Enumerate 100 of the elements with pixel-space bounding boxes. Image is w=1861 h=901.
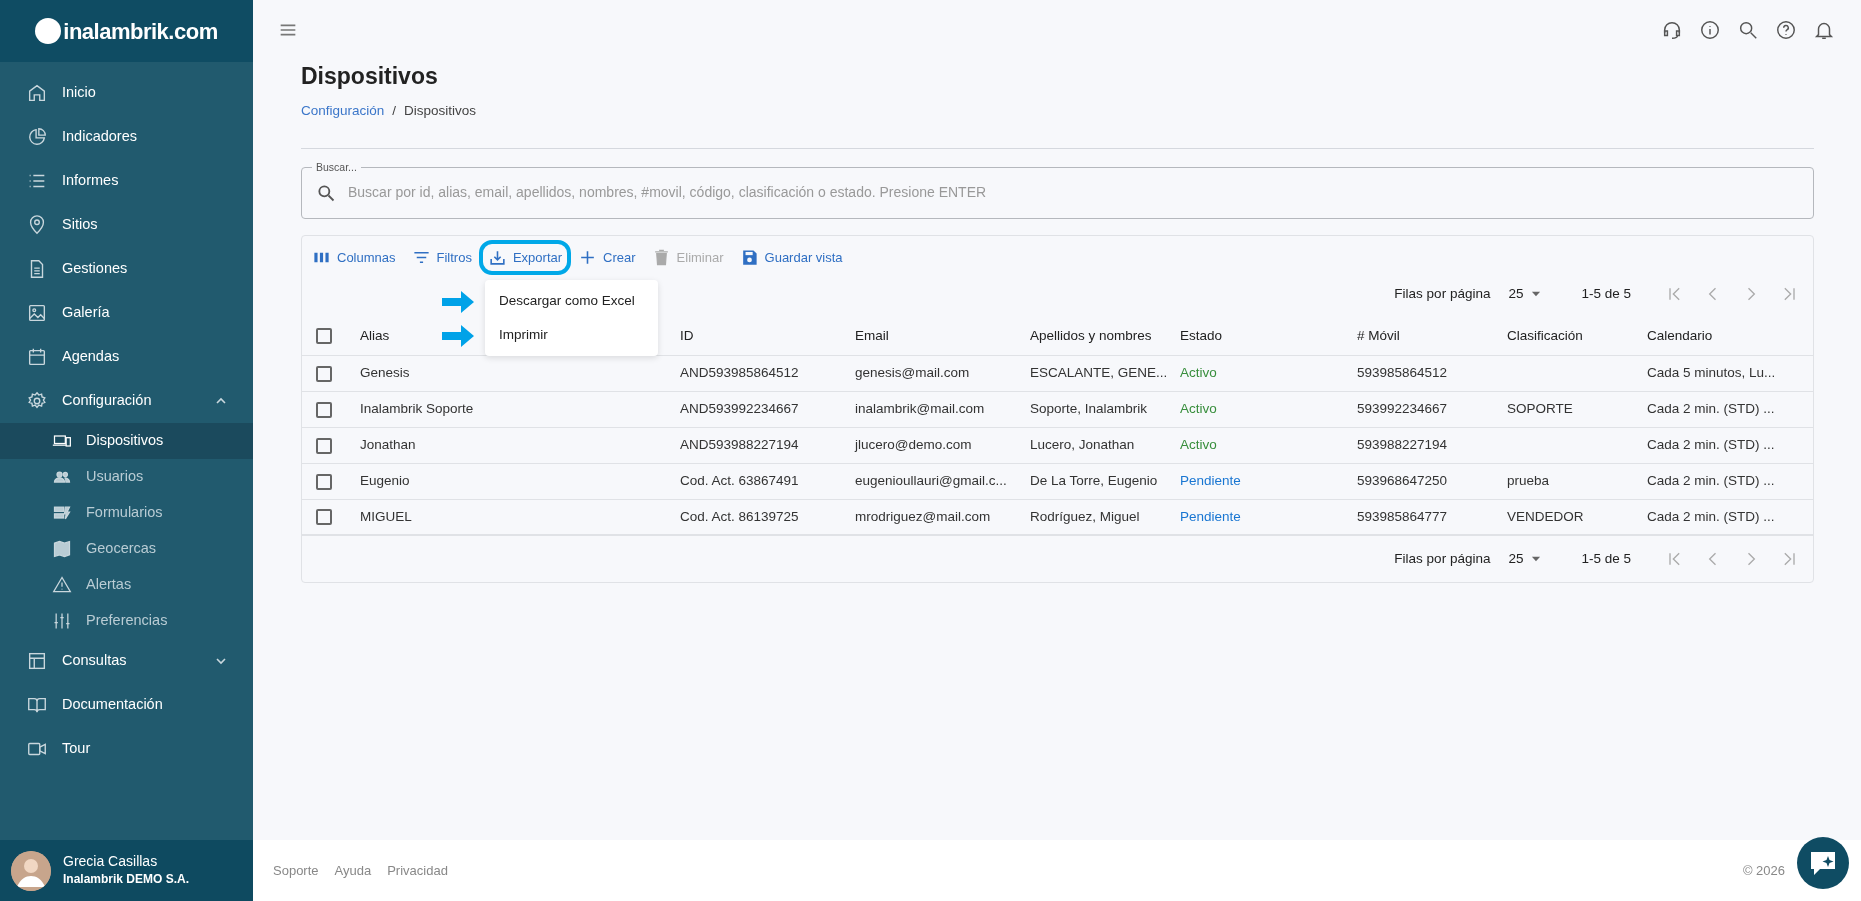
column-header: Apellidos y nombres	[1030, 327, 1152, 343]
sidebar-item[interactable]: Sitios	[0, 203, 253, 247]
page-title: Dispositivos	[301, 63, 439, 91]
table-cell: Eugenio	[360, 473, 410, 489]
table-cell: Activo	[1180, 365, 1217, 381]
page-range: 1-5 de 5	[1581, 550, 1631, 569]
table-cell: Genesis	[360, 365, 410, 381]
table-cell: inalambrik@mail.com	[855, 401, 985, 417]
table-cell: Jonathan	[360, 437, 416, 453]
table-cell: Cada 2 min. (STD) ...	[1647, 508, 1775, 524]
table-cell: Inalambrik Soporte	[360, 401, 474, 417]
breadcrumb-link[interactable]: Configuración	[301, 100, 385, 121]
column-header: Alias	[360, 327, 390, 343]
sidebar-item[interactable]: Configuración	[0, 379, 253, 423]
checkbox[interactable]	[316, 509, 332, 526]
rows-per-page-select[interactable]: 25	[1508, 549, 1544, 570]
sidebar-item[interactable]: Consultas	[0, 639, 253, 683]
toolbar-button[interactable]: Crear	[573, 243, 641, 272]
column-header: ID	[680, 327, 694, 343]
table-cell: Cod. Act. 86139725	[680, 508, 799, 524]
headset-icon[interactable]	[1661, 19, 1683, 41]
toolbar-button[interactable]: Exportar	[482, 243, 568, 272]
sidebar-item[interactable]: Tour	[0, 727, 253, 771]
sidebar-item[interactable]: Usuarios	[0, 459, 253, 495]
chat-icon	[1808, 849, 1838, 877]
search-input[interactable]: Buscar por id, alias, email, apellidos, nombres, #movil, código, clasificación o estado. Presione ENTER	[346, 181, 1799, 205]
checkbox[interactable]	[316, 365, 332, 382]
rows-per-page-label: Filas por página	[1394, 285, 1491, 304]
column-header: Clasificación	[1507, 327, 1583, 343]
footer-link[interactable]: Privacidad	[387, 860, 448, 881]
table-cell: 593992234667	[1357, 401, 1448, 417]
checkbox[interactable]	[316, 401, 332, 418]
table-cell: jlucero@demo.com	[855, 437, 972, 453]
column-header: Estado	[1180, 327, 1223, 343]
home-icon	[26, 82, 48, 104]
sidebar-item[interactable]: Indicadores	[0, 115, 253, 159]
table-cell: 593988227194	[1357, 437, 1448, 453]
toolbar-button[interactable]: Columnas	[307, 243, 401, 272]
table-cell: Activo	[1180, 401, 1217, 417]
column-header: Calendario	[1647, 327, 1713, 343]
table-cell: VENDEDOR	[1507, 508, 1584, 524]
table-cell: AND593988227194	[680, 437, 799, 453]
logo-icon	[35, 18, 62, 44]
table-cell: AND593985864512	[680, 365, 799, 381]
sidebar-item[interactable]: Alertas	[0, 567, 253, 603]
checkbox[interactable]	[316, 473, 332, 490]
download-icon	[487, 248, 507, 268]
table-cell: Lucero, Jonathan	[1030, 437, 1135, 453]
menu-item[interactable]: Imprimir	[484, 318, 658, 353]
table-icon	[26, 650, 48, 672]
table-cell: Cada 2 min. (STD) ...	[1647, 437, 1775, 453]
sidebar-item[interactable]: Formularios	[0, 495, 253, 531]
table-cell: AND593992234667	[680, 401, 799, 417]
rows-per-page-label: Filas por página	[1394, 550, 1491, 569]
checkbox[interactable]	[316, 328, 332, 345]
warning-icon	[51, 575, 73, 595]
table-cell: SOPORTE	[1507, 401, 1573, 417]
company-name: Inalambrik DEMO S.A.	[63, 870, 190, 888]
sidebar-item[interactable]: Documentación	[0, 683, 253, 727]
help-icon[interactable]	[1775, 19, 1797, 41]
sidebar-item[interactable]: Dispositivos	[0, 423, 253, 459]
footer-link[interactable]: Ayuda	[334, 860, 372, 881]
table-cell: ESCALANTE, GENE...	[1030, 365, 1168, 381]
table-cell: prueba	[1507, 473, 1550, 489]
toolbar-button[interactable]: Guardar vista	[734, 243, 848, 272]
logo-text: inalambrik.com	[63, 17, 218, 46]
rows-per-page-select[interactable]: 25	[1508, 284, 1544, 305]
sidebar-item[interactable]: Gestiones	[0, 247, 253, 291]
table-cell: eugenioullauri@gmail.c...	[855, 473, 1007, 489]
sidebar-item[interactable]: Informes	[0, 159, 253, 203]
sidebar-item[interactable]: Preferencias	[0, 603, 253, 639]
table-cell: genesis@mail.com	[855, 365, 970, 381]
table-cell: Cada 2 min. (STD) ...	[1647, 401, 1775, 417]
table-cell: 593985864512	[1357, 365, 1448, 381]
toolbar-button[interactable]: Filtros	[406, 243, 477, 272]
sidebar-item[interactable]: Inicio	[0, 71, 253, 115]
table-cell: Cada 2 min. (STD) ...	[1647, 473, 1775, 489]
footer-link[interactable]: Soporte	[273, 860, 319, 881]
copyright-text: © 2026	[1742, 861, 1785, 880]
table-cell: 593985864777	[1357, 508, 1448, 524]
table-cell: mrodriguez@mail.com	[855, 508, 991, 524]
table-cell: Rodríguez, Miguel	[1030, 508, 1140, 524]
menu-item[interactable]: Descargar como Excel	[484, 283, 658, 319]
column-header: # Móvil	[1357, 327, 1400, 343]
table-cell: Soporte, Inalambrik	[1030, 401, 1148, 417]
table-cell: Cada 5 minutos, Lu...	[1647, 365, 1776, 381]
sidebar-item[interactable]: Galería	[0, 291, 253, 335]
table-cell: Cod. Act. 63867491	[680, 473, 799, 489]
table-cell: Pendiente	[1180, 473, 1241, 489]
table-cell: MIGUEL	[360, 508, 412, 524]
table-cell: Pendiente	[1180, 508, 1241, 524]
map-icon	[51, 539, 73, 559]
image-icon	[26, 302, 48, 324]
sidebar-item[interactable]: Agendas	[0, 335, 253, 379]
info-icon[interactable]	[1699, 19, 1721, 41]
sidebar-item[interactable]: Geocercas	[0, 531, 253, 567]
checkbox[interactable]	[316, 437, 332, 454]
avatar[interactable]	[11, 850, 51, 891]
table-cell: 593968647250	[1357, 473, 1448, 489]
search-icon[interactable]	[1737, 19, 1759, 41]
